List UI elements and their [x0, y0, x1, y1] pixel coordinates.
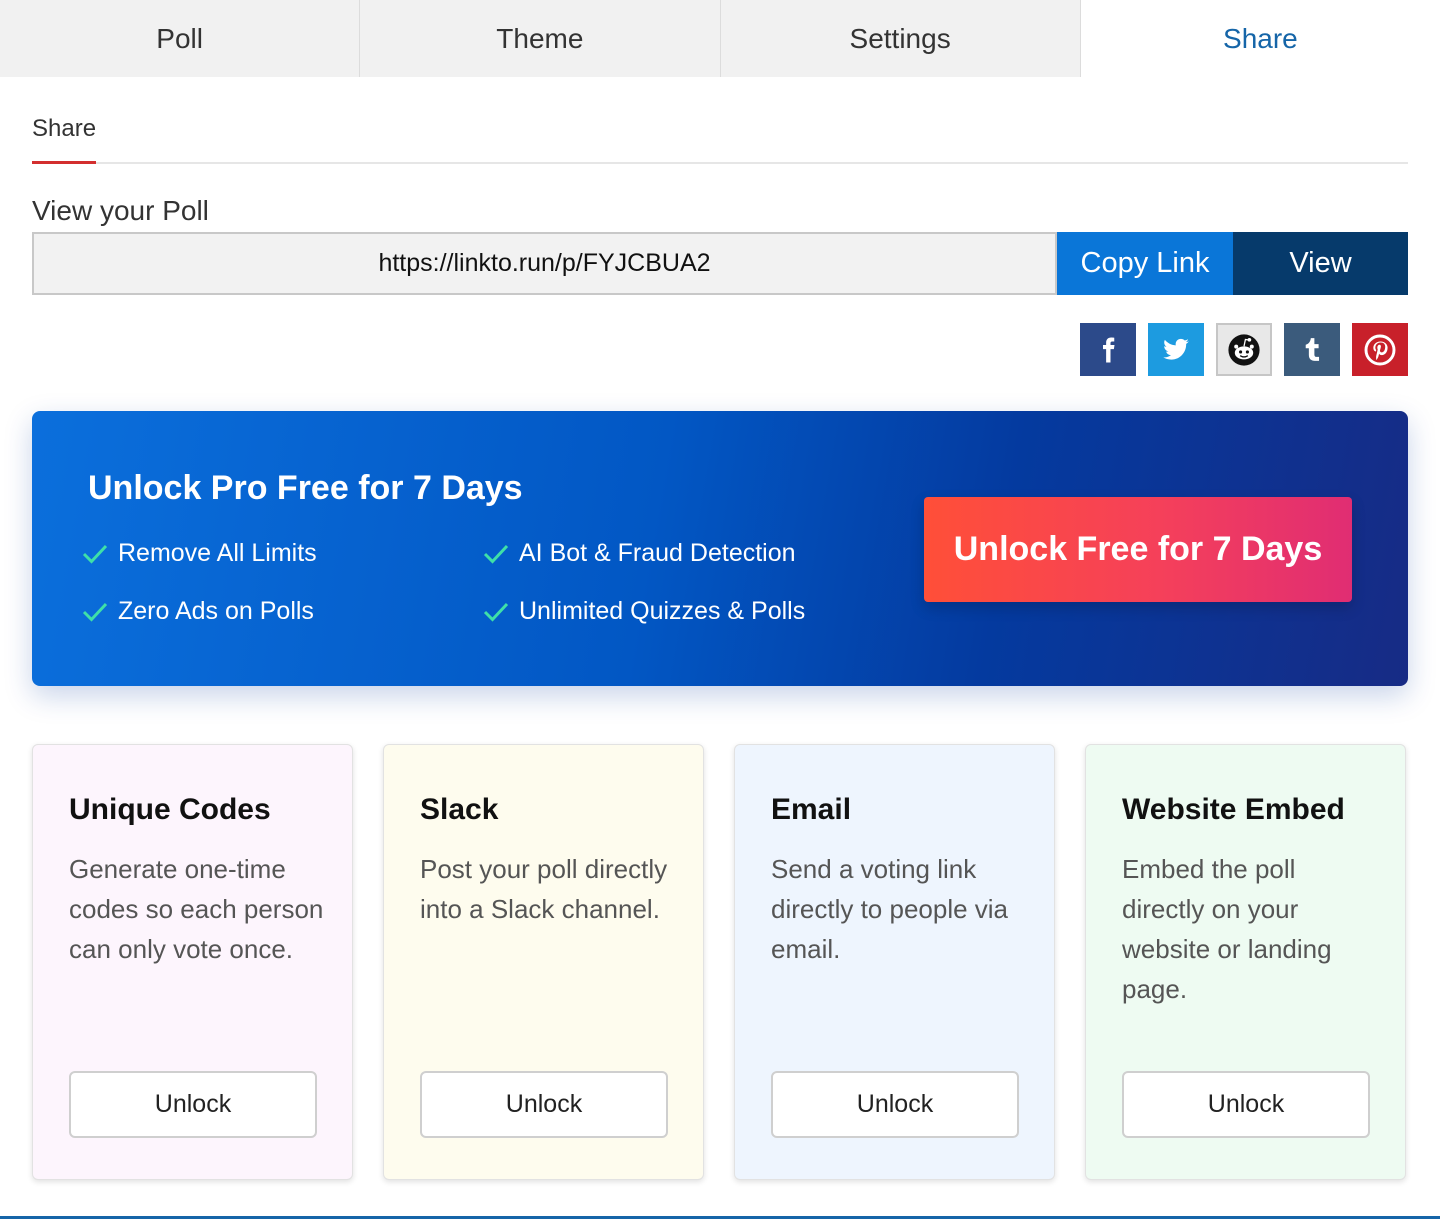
check-icon	[82, 602, 108, 622]
card-title: Slack	[420, 793, 499, 826]
view-poll-label: View your Poll	[32, 195, 209, 226]
top-tab-bar: Poll Theme Settings Share	[0, 0, 1440, 77]
pinterest-icon[interactable]	[1352, 323, 1408, 376]
tab-theme[interactable]: Theme	[360, 0, 721, 77]
feature-label: Remove All Limits	[118, 539, 317, 567]
card-email: Email Send a voting link directly to peo…	[734, 744, 1055, 1180]
feature-label: AI Bot & Fraud Detection	[519, 539, 796, 567]
feature-item: Remove All Limits	[82, 539, 317, 568]
unlock-unique-codes-button[interactable]: Unlock	[69, 1071, 317, 1138]
twitter-icon[interactable]	[1148, 323, 1204, 376]
card-description: Post your poll directly into a Slack cha…	[420, 854, 668, 924]
tumblr-icon[interactable]	[1284, 323, 1340, 376]
share-panel: Share View your Poll Copy Link View	[32, 77, 1408, 1180]
tab-share[interactable]: Share	[1080, 0, 1440, 77]
copy-link-button[interactable]: Copy Link	[1057, 232, 1233, 295]
check-icon	[483, 602, 509, 622]
card-title: Email	[771, 793, 852, 826]
poll-link-input[interactable]	[32, 232, 1057, 295]
card-description: Embed the poll directly on your website …	[1122, 854, 1332, 1004]
feature-cards: Unique Codes Generate one-time codes so …	[32, 744, 1408, 1180]
tab-poll[interactable]: Poll	[0, 0, 361, 77]
card-description: Send a voting link directly to people vi…	[771, 854, 1009, 964]
promo-title: Unlock Pro Free for 7 Days	[88, 469, 523, 507]
view-button[interactable]: View	[1233, 232, 1408, 295]
feature-label: Unlimited Quizzes & Polls	[519, 597, 806, 625]
card-title: Website Embed	[1122, 793, 1345, 826]
check-icon	[82, 544, 108, 564]
social-share-buttons	[1080, 323, 1408, 376]
share-subnav: Share	[32, 77, 1408, 164]
facebook-icon[interactable]	[1080, 323, 1136, 376]
card-description: Generate one-time codes so each person c…	[69, 854, 324, 964]
poll-link-row: Copy Link View	[32, 232, 1408, 295]
unlock-free-trial-button[interactable]: Unlock Free for 7 Days	[924, 497, 1352, 602]
subtab-share[interactable]: Share	[32, 115, 97, 164]
card-unique-codes: Unique Codes Generate one-time codes so …	[32, 744, 353, 1180]
feature-item: Unlimited Quizzes & Polls	[483, 597, 805, 626]
card-title: Unique Codes	[69, 793, 271, 826]
card-slack: Slack Post your poll directly into a Sla…	[383, 744, 704, 1180]
pro-trial-banner: Unlock Pro Free for 7 Days Remove All Li…	[32, 411, 1408, 686]
feature-label: Zero Ads on Polls	[118, 597, 314, 625]
unlock-website-embed-button[interactable]: Unlock	[1122, 1071, 1370, 1138]
card-website-embed: Website Embed Embed the poll directly on…	[1085, 744, 1406, 1180]
feature-item: Zero Ads on Polls	[82, 597, 314, 626]
unlock-email-button[interactable]: Unlock	[771, 1071, 1019, 1138]
unlock-slack-button[interactable]: Unlock	[420, 1071, 668, 1138]
tab-settings[interactable]: Settings	[720, 0, 1081, 77]
check-icon	[483, 544, 509, 564]
feature-item: AI Bot & Fraud Detection	[483, 539, 796, 568]
reddit-icon[interactable]	[1216, 323, 1272, 376]
